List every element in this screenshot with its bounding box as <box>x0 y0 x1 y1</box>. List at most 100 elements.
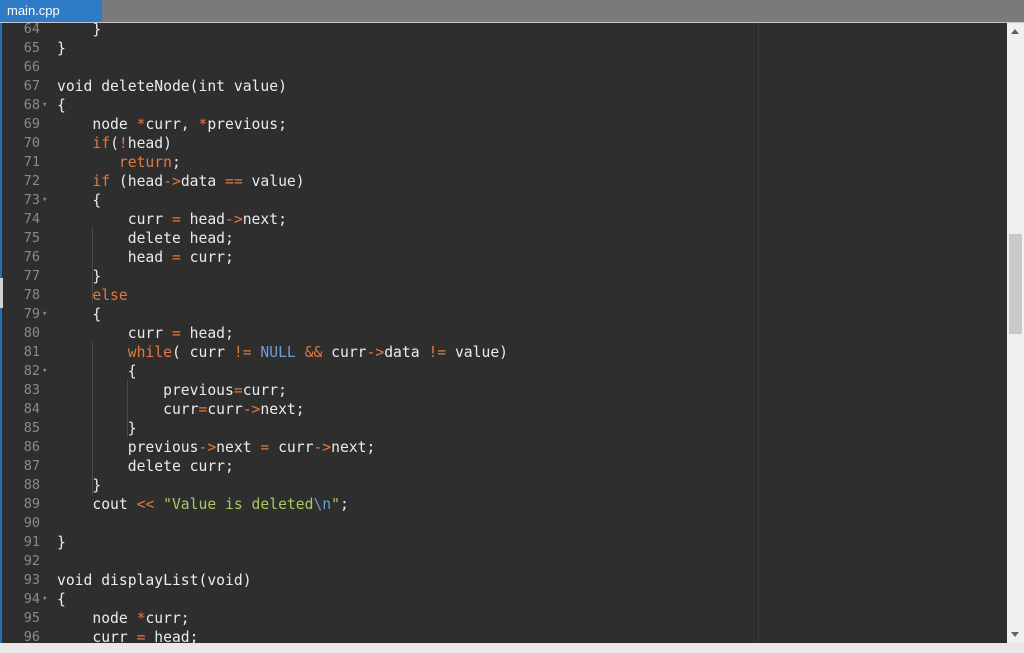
code-line[interactable]: 78 else <box>0 286 1007 305</box>
code-text: curr = head; <box>57 628 199 643</box>
code-line[interactable]: 88 } <box>0 476 1007 495</box>
code-text: delete head; <box>57 229 234 248</box>
code-text: { <box>57 590 66 609</box>
code-token: delete head; <box>57 230 234 247</box>
line-number: 75 <box>23 230 40 246</box>
code-line[interactable]: 65} <box>0 39 1007 58</box>
code-token: curr, <box>145 116 199 133</box>
code-line[interactable]: 83 previous=curr; <box>0 381 1007 400</box>
code-line[interactable]: 93 void displayList(void) <box>0 571 1007 590</box>
code-line[interactable]: 92 <box>0 552 1007 571</box>
line-number: 73 <box>23 192 40 208</box>
code-line[interactable]: 90 <box>0 514 1007 533</box>
line-number: 64 <box>23 23 40 37</box>
code-text: delete curr; <box>57 457 234 476</box>
code-token: head <box>57 249 172 266</box>
code-editor[interactable]: 64 } 65} 66 67 void deleteNode(int value) 68 ▾… <box>0 23 1007 643</box>
scroll-down-icon[interactable] <box>1011 632 1019 637</box>
code-line[interactable]: 91} <box>0 533 1007 552</box>
code-text: } <box>57 23 101 39</box>
line-number: 77 <box>23 268 40 284</box>
code-text: else <box>57 286 127 305</box>
code-token: node <box>57 610 137 627</box>
code-line[interactable]: 87 delete curr; <box>0 457 1007 476</box>
fold-arrow-icon[interactable]: ▾ <box>42 305 47 324</box>
code-token: value) <box>446 344 509 361</box>
horizontal-scrollbar[interactable] <box>0 643 1024 653</box>
code-token: curr <box>57 325 172 342</box>
code-token: node <box>57 116 137 133</box>
code-token: = <box>171 249 181 266</box>
fold-arrow-icon[interactable]: ▾ <box>42 362 47 381</box>
code-text: { <box>57 191 101 210</box>
code-line[interactable]: 75 delete head; <box>0 229 1007 248</box>
code-token: head; <box>145 629 199 643</box>
code-line[interactable]: 86 previous->next = curr->next; <box>0 438 1007 457</box>
code-line[interactable]: 76 head = curr; <box>0 248 1007 267</box>
code-text: head = curr; <box>57 248 234 267</box>
line-number: 71 <box>23 154 40 170</box>
code-token: head) <box>127 135 172 152</box>
fold-arrow-icon[interactable]: ▾ <box>42 191 47 210</box>
code-line[interactable]: 67 void deleteNode(int value) <box>0 77 1007 96</box>
code-token: previous <box>57 439 199 456</box>
code-line[interactable]: 73 ▾ { <box>0 191 1007 210</box>
code-line[interactable]: 94 ▾ { <box>0 590 1007 609</box>
code-token: curr; <box>242 382 287 399</box>
code-line[interactable]: 82 ▾ { <box>0 362 1007 381</box>
code-token: "Value is deleted <box>163 496 314 513</box>
code-token: != <box>428 344 447 361</box>
code-line[interactable]: 68 ▾ { <box>0 96 1007 115</box>
code-line[interactable]: 96 curr = head; <box>0 628 1007 643</box>
code-token: ; <box>339 496 349 513</box>
code-line[interactable]: 80 curr = head; <box>0 324 1007 343</box>
code-text: curr = head; <box>57 324 234 343</box>
line-number: 79 <box>23 306 40 322</box>
code-text: while( curr != NULL && curr->data != val… <box>57 343 508 362</box>
code-line[interactable]: 74 curr = head->next; <box>0 210 1007 229</box>
fold-arrow-icon[interactable]: ▾ <box>42 96 47 115</box>
line-number: 95 <box>23 610 40 626</box>
code-line[interactable]: 71 return; <box>0 153 1007 172</box>
line-number: 89 <box>23 496 40 512</box>
code-token: != <box>233 344 252 361</box>
tab-main-cpp[interactable]: main.cpp <box>0 0 102 22</box>
code-token: } <box>57 23 102 38</box>
code-text: node *curr; <box>57 609 190 628</box>
code-token: } <box>57 268 102 285</box>
code-line[interactable]: 77 } <box>0 267 1007 286</box>
code-token: == <box>225 173 243 190</box>
code-line[interactable]: 79 ▾ { <box>0 305 1007 324</box>
code-token: previous; <box>207 116 287 133</box>
line-number: 96 <box>23 629 40 643</box>
code-token: = <box>260 439 270 456</box>
code-line[interactable]: 66 <box>0 58 1007 77</box>
fold-arrow-icon[interactable]: ▾ <box>42 590 47 609</box>
line-number: 67 <box>23 78 40 94</box>
code-token: curr; <box>145 610 190 627</box>
code-line[interactable]: 81 while( curr != NULL && curr->data != … <box>0 343 1007 362</box>
code-line[interactable]: 70 if(!head) <box>0 134 1007 153</box>
code-token: -> <box>366 344 385 361</box>
code-token: curr <box>57 401 199 418</box>
code-token: -> <box>163 173 181 190</box>
code-token: if <box>92 173 111 190</box>
code-line[interactable]: 69 node *curr, *previous; <box>0 115 1007 134</box>
code-line[interactable]: 95 node *curr; <box>0 609 1007 628</box>
code-text: cout << "Value is deleted\n"; <box>57 495 349 514</box>
code-line[interactable]: 85 } <box>0 419 1007 438</box>
code-line[interactable]: 72 if (head->data == value) <box>0 172 1007 191</box>
code-line[interactable]: 84 curr=curr->next; <box>0 400 1007 419</box>
code-token: next; <box>331 439 376 456</box>
scrollbar-thumb[interactable] <box>1009 234 1022 334</box>
code-line[interactable]: 89 cout << "Value is deleted\n"; <box>0 495 1007 514</box>
line-number: 68 <box>23 97 40 113</box>
vertical-scrollbar[interactable] <box>1007 23 1024 643</box>
line-number: 88 <box>23 477 40 493</box>
code-line[interactable]: 64 } <box>0 23 1007 39</box>
code-token: } <box>57 477 102 494</box>
scroll-up-icon[interactable] <box>1011 29 1019 34</box>
